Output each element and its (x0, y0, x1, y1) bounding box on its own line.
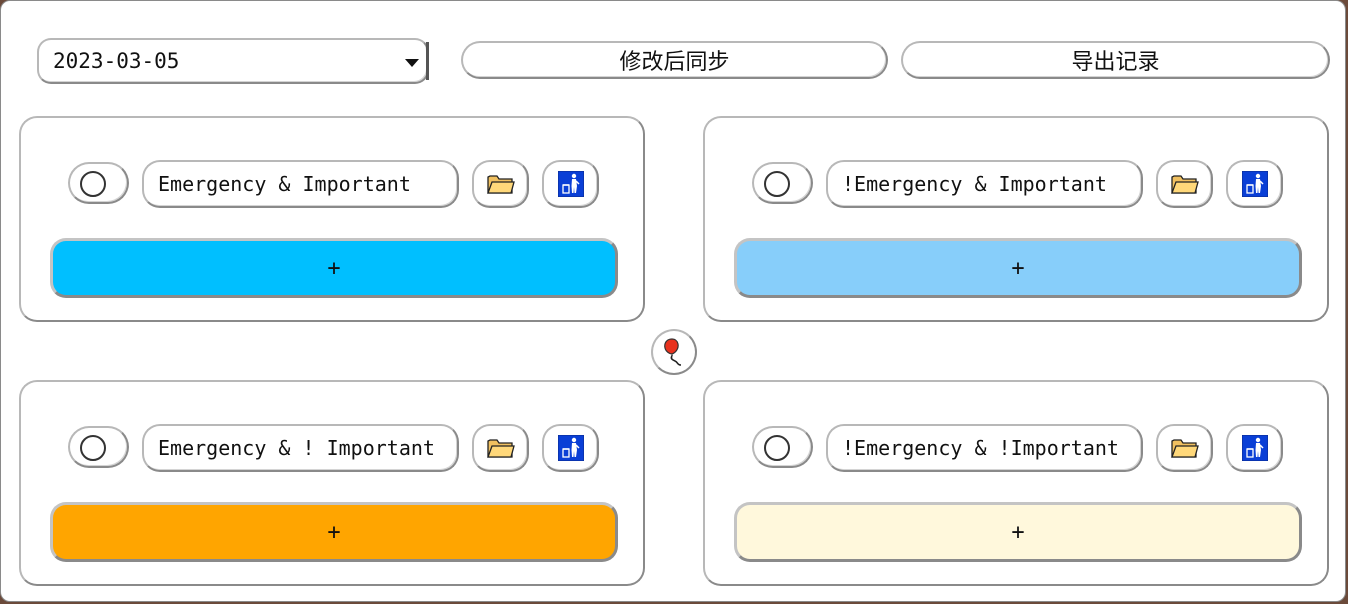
circle-icon (764, 171, 790, 197)
recycle-bin-icon (557, 435, 584, 461)
quadrant-title[interactable]: Emergency & ! Important (142, 424, 459, 472)
folder-icon (486, 175, 515, 194)
delete-button[interactable] (1226, 160, 1283, 208)
center-balloon-button[interactable] (651, 329, 697, 375)
export-button[interactable]: 导出记录 (901, 41, 1330, 79)
quadrant-toggle[interactable] (68, 426, 129, 468)
delete-button[interactable] (1226, 424, 1283, 472)
quadrant-not-emergency-not-important: !Emergency & !Important + (703, 380, 1329, 586)
balloon-icon (664, 338, 682, 366)
sync-button[interactable]: 修改后同步 (461, 41, 888, 79)
delete-button[interactable] (542, 424, 599, 472)
folder-button[interactable] (472, 160, 529, 208)
quadrant-emergency-important: Emergency & Important + (19, 116, 645, 322)
folder-icon (486, 439, 515, 458)
add-task-button[interactable]: + (734, 502, 1302, 562)
folder-icon (1170, 439, 1199, 458)
date-select-value: 2023-03-05 (53, 49, 180, 73)
quadrant-title[interactable]: !Emergency & Important (826, 160, 1143, 208)
delete-button[interactable] (542, 160, 599, 208)
quadrant-toggle[interactable] (68, 162, 129, 204)
quadrant-not-emergency-important: !Emergency & Important + (703, 116, 1329, 322)
folder-icon (1170, 175, 1199, 194)
chevron-down-icon[interactable] (405, 59, 419, 67)
folder-button[interactable] (1156, 160, 1213, 208)
circle-icon (80, 171, 106, 197)
add-task-button[interactable]: + (50, 502, 618, 562)
circle-icon (764, 435, 790, 461)
quadrant-toggle[interactable] (752, 426, 813, 468)
quadrant-title[interactable]: Emergency & Important (142, 160, 459, 208)
folder-button[interactable] (1156, 424, 1213, 472)
quadrant-emergency-not-important: Emergency & ! Important + (19, 380, 645, 586)
folder-button[interactable] (472, 424, 529, 472)
circle-icon (80, 435, 106, 461)
recycle-bin-icon (1241, 435, 1268, 461)
add-task-button[interactable]: + (50, 238, 618, 298)
date-select[interactable]: 2023-03-05 (37, 38, 429, 84)
add-task-button[interactable]: + (734, 238, 1302, 298)
recycle-bin-icon (557, 171, 584, 197)
recycle-bin-icon (1241, 171, 1268, 197)
app-window: 2023-03-05 修改后同步 导出记录 Emergency & Import… (0, 0, 1346, 602)
quadrant-toggle[interactable] (752, 162, 813, 204)
dropdown-separator (426, 42, 429, 80)
quadrant-title[interactable]: !Emergency & !Important (826, 424, 1143, 472)
